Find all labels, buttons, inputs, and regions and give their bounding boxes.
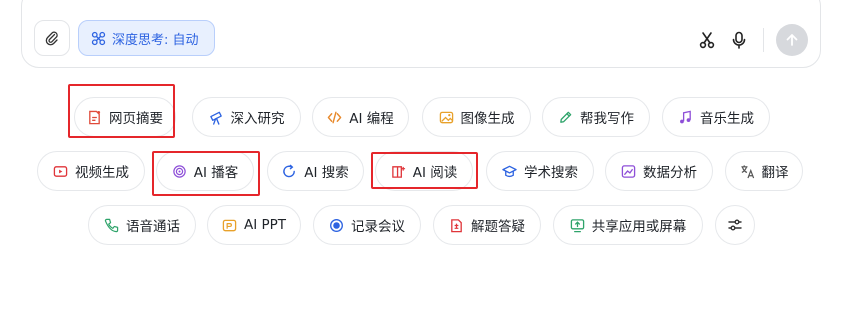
deep-think-label: 深度思考: 自动: [112, 32, 199, 48]
phone-icon: [104, 218, 119, 232]
chip-ai-podcast[interactable]: AI 播客: [156, 151, 254, 191]
video-icon: [53, 165, 68, 177]
chip-settings[interactable]: [715, 205, 755, 245]
chip-ai-ppt[interactable]: AI PPT: [207, 205, 301, 245]
attach-button[interactable]: [34, 20, 70, 56]
chip-label: 帮我写作: [580, 111, 634, 127]
chip-problem-solving[interactable]: 解题答疑: [433, 205, 541, 245]
chip-label: 音乐生成: [700, 111, 754, 127]
chip-ai-search[interactable]: AI 搜索: [267, 151, 364, 191]
chip-label: 语音通话: [126, 219, 180, 235]
chip-label: 翻译: [761, 165, 789, 181]
paperclip-icon: [45, 31, 58, 46]
chip-label: AI 播客: [193, 165, 239, 181]
chip-video-generation[interactable]: 视频生成: [37, 151, 145, 191]
chip-label: 记录会议: [351, 219, 405, 235]
toolbar-divider: [763, 28, 764, 52]
chip-label: 图像生成: [460, 111, 515, 127]
chip-label: 视频生成: [75, 165, 129, 181]
code-icon: [327, 111, 342, 123]
chip-ai-coding[interactable]: AI 编程: [312, 97, 409, 137]
chip-deep-research[interactable]: 深入研究: [192, 97, 301, 137]
image-icon: [439, 111, 453, 123]
podcast-icon: [173, 164, 186, 178]
chip-translate[interactable]: 翻译: [725, 151, 803, 191]
atom-icon: [91, 31, 106, 45]
search-refresh-icon: [283, 164, 296, 177]
chip-label: 网页摘要: [109, 111, 163, 127]
chip-data-analysis[interactable]: 数据分析: [605, 151, 713, 191]
chip-web-summary[interactable]: 网页摘要: [74, 97, 176, 137]
scissors-icon: [699, 32, 715, 49]
microphone-icon: [732, 31, 746, 49]
send-button[interactable]: [776, 24, 808, 56]
chip-label: AI 编程: [349, 111, 394, 127]
chip-music-generation[interactable]: 音乐生成: [662, 97, 770, 137]
chip-label: 深入研究: [230, 111, 285, 127]
voice-input-button[interactable]: [727, 28, 751, 52]
chip-label: AI PPT: [243, 217, 287, 233]
screenshot-button[interactable]: [695, 28, 719, 52]
chip-label: 数据分析: [643, 165, 697, 181]
question-doc-icon: [451, 218, 462, 232]
chip-ai-reading[interactable]: AI 阅读: [375, 151, 473, 191]
book-icon: [391, 165, 405, 178]
chip-voice-call[interactable]: 语音通话: [88, 205, 196, 245]
chip-writing-help[interactable]: 帮我写作: [542, 97, 650, 137]
web-summary-icon: [89, 110, 101, 124]
chart-icon: [621, 164, 636, 178]
chip-image-generation[interactable]: 图像生成: [422, 97, 531, 137]
deep-think-toggle[interactable]: 深度思考: 自动: [78, 20, 215, 56]
chip-label: AI 搜索: [304, 165, 349, 181]
presentation-icon: [222, 219, 237, 231]
sliders-icon: [728, 219, 742, 231]
telescope-icon: [209, 111, 222, 125]
arrow-up-icon: [786, 34, 798, 46]
pen-icon: [560, 111, 572, 123]
chip-meeting-notes[interactable]: 记录会议: [313, 205, 421, 245]
chip-share-screen[interactable]: 共享应用或屏幕: [553, 205, 703, 245]
graduation-cap-icon: [502, 165, 517, 177]
chip-label: 解题答疑: [471, 219, 525, 235]
chip-label: 学术搜索: [524, 165, 578, 181]
screen-share-icon: [570, 218, 584, 232]
record-icon: [330, 218, 343, 232]
translate-icon: [740, 164, 754, 178]
chip-label: AI 阅读: [412, 165, 458, 181]
chip-academic-search[interactable]: 学术搜索: [486, 151, 594, 191]
chip-label: 共享应用或屏幕: [591, 219, 687, 235]
music-note-icon: [680, 110, 691, 123]
